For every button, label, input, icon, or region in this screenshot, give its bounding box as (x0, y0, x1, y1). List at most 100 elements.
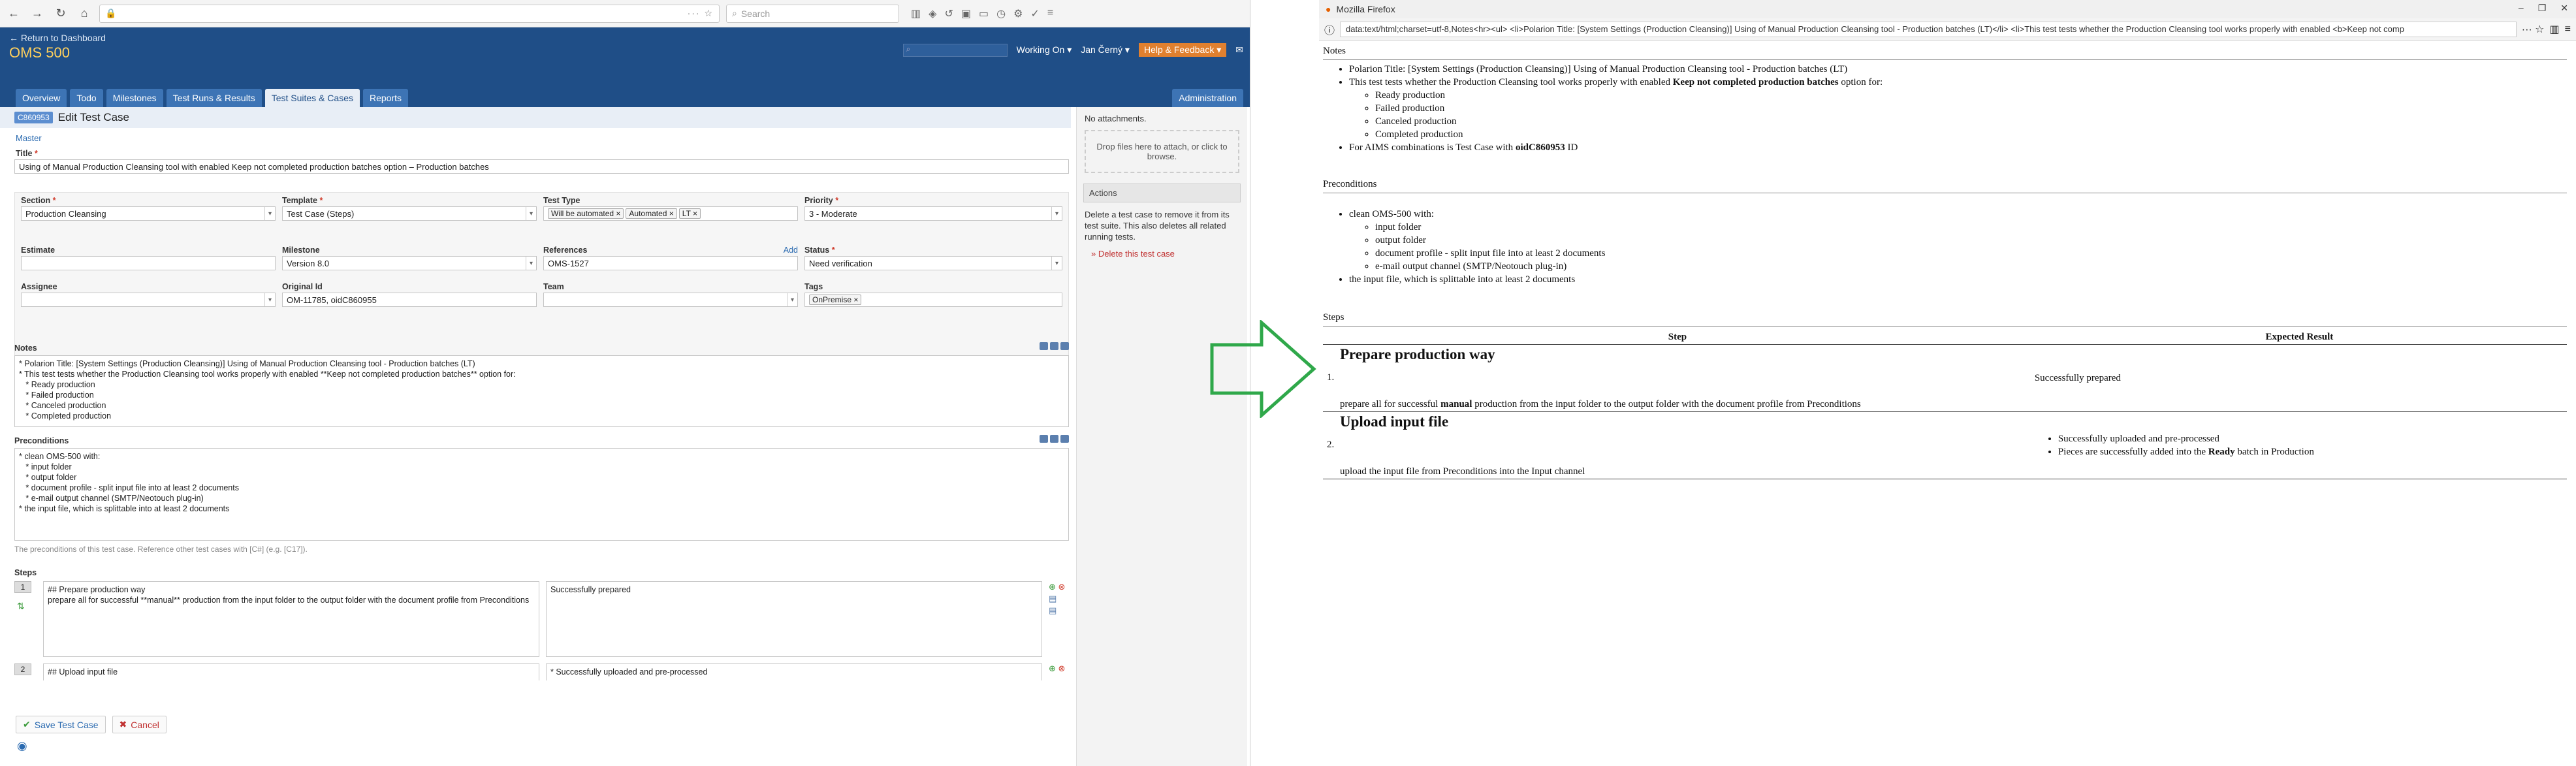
list-item: the input file, which is splittable into… (1349, 273, 2567, 286)
references-input[interactable]: OMS-1527 (543, 256, 798, 270)
table-icon[interactable] (1040, 435, 1048, 443)
test-type-select[interactable]: Will be automated × Automated × LT × (543, 206, 798, 221)
check-icon: ✔ (23, 719, 31, 729)
copy-step-icon[interactable]: ▤ (1049, 594, 1057, 603)
back-icon[interactable]: ← (5, 5, 22, 22)
header-right: ⌕ Working On ▾ Jan Černý ▾ Help & Feedba… (902, 43, 1243, 57)
actions-header: Actions (1083, 184, 1241, 202)
save-button[interactable]: ✔ Save Test Case (16, 716, 106, 733)
step-expected-input[interactable]: * Successfully uploaded and pre-processe… (546, 663, 1042, 680)
library-icon[interactable]: ▥ (2550, 23, 2560, 36)
help-feedback-menu[interactable]: Help & Feedback ▾ (1138, 43, 1227, 57)
delete-step-icon[interactable]: ⊗ (1058, 582, 1066, 592)
add-step-icon[interactable]: ⊕ (1049, 582, 1056, 592)
list-item: Canceled production (1375, 115, 2567, 128)
milestone-select[interactable]: Version 8.0 ▾ (282, 256, 537, 270)
step-number: 2 (14, 663, 31, 675)
type-tag[interactable]: Automated × (626, 208, 677, 219)
twitter-icon[interactable]: ✉ (1235, 44, 1243, 56)
working-on-menu[interactable]: Working On ▾ (1017, 44, 1072, 56)
section-select[interactable]: Production Cleansing ▾ (21, 206, 276, 221)
title-label: Title * (16, 149, 38, 158)
page-actions-icon[interactable]: ··· ☆ (688, 8, 714, 19)
tag-chip[interactable]: OnPremise × (809, 295, 862, 305)
menu-icon[interactable]: ≡ (2565, 24, 2571, 35)
tab-test-runs[interactable]: Test Runs & Results (166, 89, 262, 107)
header-search-input[interactable]: ⌕ (902, 43, 1008, 57)
step-number: 2. (1327, 439, 1335, 450)
delete-test-case-link[interactable]: » Delete this test case (1077, 249, 1247, 259)
clock-icon[interactable]: ◷ (996, 7, 1006, 20)
suite-link[interactable]: Master (16, 133, 42, 143)
image-icon[interactable] (1050, 342, 1058, 350)
return-dashboard-link[interactable]: ← Return to Dashboard (9, 33, 106, 43)
estimate-input[interactable] (21, 256, 276, 270)
help-icon[interactable] (1060, 435, 1069, 443)
lock-icon: 🔒 (105, 8, 117, 18)
user-menu[interactable]: Jan Černý ▾ (1081, 44, 1130, 56)
list-item: output folder (1375, 234, 2567, 247)
reload-icon[interactable]: ↻ (52, 5, 69, 22)
cancel-button[interactable]: ✖ Cancel (112, 716, 167, 733)
menu-icon[interactable]: ≡ (1047, 7, 1053, 20)
reorder-icon[interactable]: ⇅ (17, 601, 25, 612)
priority-select[interactable]: 3 - Moderate ▾ (804, 206, 1062, 221)
home-icon[interactable]: ⌂ (76, 5, 93, 22)
references-label: References Add (543, 246, 798, 255)
template-select[interactable]: Test Case (Steps) ▾ (282, 206, 537, 221)
step-row: 1 ⇅ ## Prepare production way prepare al… (14, 581, 1069, 660)
original-id-input[interactable]: OM-11785, oidC860955 (282, 293, 537, 307)
folder-icon[interactable]: ▭ (979, 7, 989, 20)
close-icon[interactable]: ✕ (2560, 3, 2568, 14)
sync-icon[interactable]: ↺ (944, 7, 953, 20)
page-actions-icon[interactable]: ··· ☆ (2522, 23, 2545, 36)
attachment-dropzone[interactable]: Drop files here to attach, or click to b… (1085, 130, 1239, 173)
preconditions-textarea[interactable]: * clean OMS-500 with: * input folder * o… (14, 448, 1069, 541)
type-tag[interactable]: Will be automated × (548, 208, 624, 219)
project-title[interactable]: OMS 500 (9, 44, 70, 61)
tags-select[interactable]: OnPremise × (804, 293, 1062, 307)
search-input[interactable]: ⌕ Search (726, 4, 899, 23)
status-select[interactable]: Need verification ▾ (804, 256, 1062, 270)
step-expected-input[interactable]: Successfully prepared (546, 581, 1042, 657)
library-icon[interactable]: ▥ (911, 7, 921, 20)
preconditions-label: Preconditions (14, 435, 1069, 445)
team-select[interactable]: ▾ (543, 293, 798, 307)
insert-step-icon[interactable]: ▤ (1049, 605, 1057, 615)
forward-icon[interactable]: → (29, 5, 46, 22)
tab-administration[interactable]: Administration (1172, 89, 1243, 107)
info-icon[interactable]: ⓘ (1324, 22, 1335, 37)
list-item: e-mail output channel (SMTP/Neotouch plu… (1375, 260, 2567, 273)
list-item: This test tests whether the Production C… (1349, 76, 2567, 141)
image-icon[interactable] (1050, 435, 1058, 443)
shield-icon[interactable]: ◈ (929, 7, 936, 20)
tab-reports[interactable]: Reports (362, 89, 409, 107)
settings-icon[interactable]: ⚙ (1013, 7, 1023, 20)
step-content-input[interactable]: ## Upload input file (43, 663, 539, 680)
step-content-input[interactable]: ## Prepare production way prepare all fo… (43, 581, 539, 657)
tab-milestones[interactable]: Milestones (106, 89, 163, 107)
notes-textarea[interactable]: * Polarion Title: [System Settings (Prod… (14, 355, 1069, 427)
eye-icon[interactable]: ◉ (17, 739, 27, 753)
address-bar[interactable]: 🔒 ··· ☆ (99, 4, 720, 23)
add-step-icon[interactable]: ⊕ (1049, 663, 1056, 673)
maximize-icon[interactable]: ❐ (2538, 3, 2547, 14)
table-icon[interactable] (1040, 342, 1048, 350)
type-tag[interactable]: LT × (678, 208, 701, 219)
check-icon[interactable]: ✓ (1030, 7, 1039, 20)
address-bar[interactable]: data:text/html;charset=utf-8,Notes<hr><u… (1340, 21, 2517, 37)
screenshot-icon[interactable]: ▣ (961, 7, 971, 20)
help-icon[interactable] (1060, 342, 1069, 350)
tab-test-suites[interactable]: Test Suites & Cases (264, 89, 360, 107)
step-text: prepare all for successful manual produc… (1340, 399, 1861, 409)
delete-step-icon[interactable]: ⊗ (1058, 663, 1066, 673)
notes-list: Polarion Title: [System Settings (Produc… (1349, 63, 2567, 154)
tab-todo[interactable]: Todo (70, 89, 103, 107)
tab-overview[interactable]: Overview (16, 89, 67, 107)
assignee-select[interactable]: ▾ (21, 293, 276, 307)
title-input[interactable]: Using of Manual Production Cleansing too… (14, 159, 1069, 174)
references-add-link[interactable]: Add (784, 246, 798, 255)
minimize-icon[interactable]: – (2519, 3, 2524, 14)
list-item: For AIMS combinations is Test Case with … (1349, 141, 2567, 154)
steps-heading: Steps (1323, 312, 1344, 323)
